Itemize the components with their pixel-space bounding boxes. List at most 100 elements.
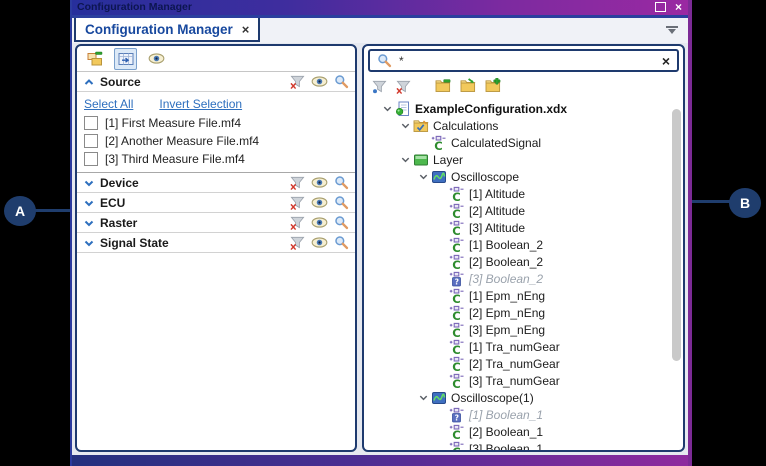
- clear-filter-icon[interactable]: [290, 175, 305, 190]
- tab-label: Configuration Manager: [85, 22, 233, 37]
- signal-icon: C: [430, 135, 447, 151]
- search-icon[interactable]: [334, 175, 349, 190]
- tree-row[interactable]: ExampleConfiguration.xdx: [364, 100, 683, 117]
- eye-icon[interactable]: [311, 177, 328, 188]
- chevron-down-icon[interactable]: [416, 392, 430, 403]
- close-icon[interactable]: ×: [675, 1, 682, 13]
- tab-list-dropdown-icon[interactable]: [668, 29, 676, 34]
- tab-close-icon[interactable]: ×: [242, 22, 250, 37]
- search-icon[interactable]: [334, 195, 349, 210]
- file-checkbox[interactable]: [84, 116, 98, 130]
- svg-text:C: C: [452, 241, 460, 253]
- expand-all-icon[interactable]: [485, 78, 501, 94]
- group-by-source-icon[interactable]: [84, 49, 105, 69]
- tree-item-label: [1] Boolean_1: [469, 408, 543, 422]
- chevron-down-icon[interactable]: [416, 171, 430, 182]
- eye-icon[interactable]: [311, 237, 328, 248]
- title-bar[interactable]: Configuration Manager ×: [72, 0, 688, 15]
- table-view-icon[interactable]: [114, 48, 137, 70]
- search-input[interactable]: *: [399, 54, 655, 68]
- clear-filter-icon[interactable]: [290, 215, 305, 230]
- clear-filter-icon[interactable]: [290, 235, 305, 250]
- signal-icon: C: [448, 186, 465, 202]
- chevron-down-icon[interactable]: [398, 120, 412, 131]
- tree-row[interactable]: Layer: [364, 151, 683, 168]
- tree-item-label: [3] Tra_numGear: [469, 374, 560, 388]
- tree-row[interactable]: ? [1] Boolean_1: [364, 406, 683, 423]
- section-label: Raster: [100, 216, 137, 230]
- tree-row[interactable]: C[2] Epm_nEng: [364, 304, 683, 321]
- invert-selection-link[interactable]: Invert Selection: [159, 97, 242, 111]
- signal-icon: C: [448, 203, 465, 219]
- svg-text:C: C: [452, 428, 460, 440]
- clear-filter-icon[interactable]: [290, 74, 305, 89]
- clear-filter-icon[interactable]: [396, 79, 411, 94]
- tree-row[interactable]: C[3] Altitude: [364, 219, 683, 236]
- select-all-link[interactable]: Select All: [84, 97, 133, 111]
- file-checkbox[interactable]: [84, 152, 98, 166]
- tree-row[interactable]: C [3] Tra_numGear: [364, 372, 683, 389]
- chevron-down-icon[interactable]: [380, 103, 394, 114]
- svg-text:C: C: [452, 326, 460, 338]
- svg-text:C: C: [452, 377, 460, 389]
- tree-search-box[interactable]: * ×: [368, 49, 679, 72]
- section-raster-header[interactable]: Raster: [77, 213, 355, 233]
- eye-icon[interactable]: [311, 76, 328, 87]
- signal-icon: C: [448, 339, 465, 355]
- chevron-down-blue[interactable]: [83, 237, 95, 249]
- tree-row[interactable]: C[1] Altitude: [364, 185, 683, 202]
- source-file-row[interactable]: [2] Another Measure File.mf4: [77, 132, 355, 150]
- chevron-down-icon[interactable]: [398, 154, 412, 165]
- vertical-scrollbar-thumb[interactable]: [672, 109, 681, 361]
- tree-row[interactable]: Oscilloscope(1): [364, 389, 683, 406]
- tree-row[interactable]: ?[3] Boolean_2: [364, 270, 683, 287]
- chevron-down-blue[interactable]: [83, 217, 95, 229]
- tree-row[interactable]: C[2] Boolean_1: [364, 423, 683, 440]
- svg-text:C: C: [452, 292, 460, 304]
- search-icon[interactable]: [334, 235, 349, 250]
- chevron-up-icon[interactable]: [83, 76, 95, 88]
- tree-row[interactable]: C[3] Boolean_1: [364, 440, 683, 452]
- search-clear-icon[interactable]: ×: [662, 53, 670, 69]
- eye-icon[interactable]: [311, 197, 328, 208]
- tree-item-label: [2] Tra_numGear: [469, 357, 560, 371]
- source-file-row[interactable]: [3] Third Measure File.mf4: [77, 150, 355, 168]
- section-ecu-header[interactable]: ECU: [77, 193, 355, 213]
- filter-icon[interactable]: [372, 79, 387, 94]
- tree-row[interactable]: C[1] Epm_nEng: [364, 287, 683, 304]
- chevron-down-blue[interactable]: [83, 197, 95, 209]
- callout-b: B: [729, 188, 761, 218]
- source-file-list: [1] First Measure File.mf4[2] Another Me…: [77, 114, 355, 168]
- signal-icon: C: [448, 237, 465, 253]
- section-device-header[interactable]: Device: [77, 173, 355, 193]
- expand-selection-icon[interactable]: [460, 78, 476, 94]
- tab-configuration-manager[interactable]: Configuration Manager ×: [74, 18, 260, 42]
- eye-icon[interactable]: [311, 217, 328, 228]
- tree-row[interactable]: C [2] Tra_numGear: [364, 355, 683, 372]
- maximize-icon[interactable]: [655, 2, 666, 12]
- section-source-header[interactable]: Source: [77, 72, 355, 92]
- tree-row[interactable]: Calculations: [364, 117, 683, 134]
- file-checkbox[interactable]: [84, 134, 98, 148]
- svg-text:C: C: [452, 360, 460, 372]
- tab-strip: Configuration Manager ×: [72, 15, 688, 46]
- clear-filter-icon[interactable]: [290, 195, 305, 210]
- tree-item-label: [2] Boolean_2: [469, 255, 543, 269]
- signal-missing-icon: ?: [448, 407, 465, 423]
- tree-row[interactable]: C[1] Boolean_2: [364, 236, 683, 253]
- tree-row[interactable]: C[2] Altitude: [364, 202, 683, 219]
- tree-row[interactable]: C[1] Tra_numGear: [364, 338, 683, 355]
- source-file-row[interactable]: [1] First Measure File.mf4: [77, 114, 355, 132]
- chevron-down-blue[interactable]: [83, 177, 95, 189]
- collapse-all-icon[interactable]: [435, 78, 451, 94]
- section-signal-state-header[interactable]: Signal State: [77, 233, 355, 253]
- tree-item-label: [3] Altitude: [469, 221, 525, 235]
- tree-row[interactable]: C[2] Boolean_2: [364, 253, 683, 270]
- tree-row[interactable]: CCalculatedSignal: [364, 134, 683, 151]
- show-hide-columns-icon[interactable]: [146, 49, 167, 69]
- tree-row[interactable]: C[3] Epm_nEng: [364, 321, 683, 338]
- tree-row[interactable]: Oscilloscope: [364, 168, 683, 185]
- callout-b-line: [690, 200, 731, 203]
- search-icon[interactable]: [334, 215, 349, 230]
- search-icon[interactable]: [334, 74, 349, 89]
